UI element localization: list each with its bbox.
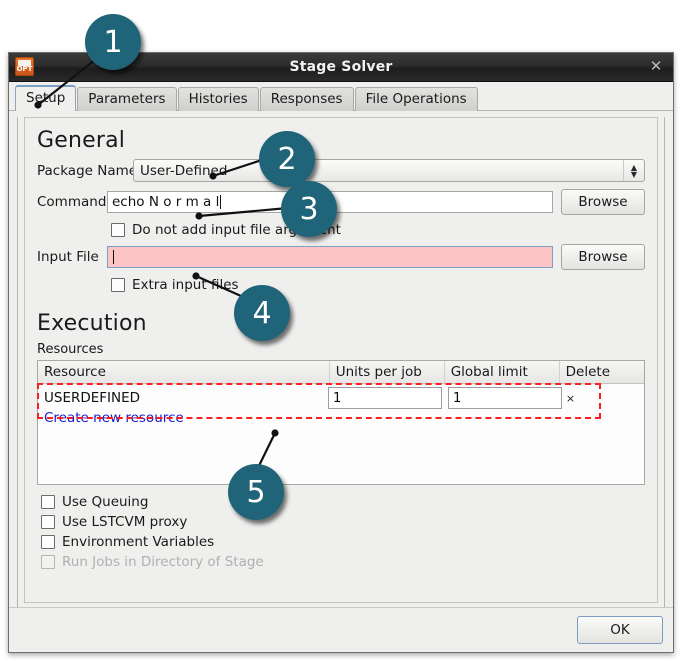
chevron-updown-icon[interactable]: ▲ ▼ (623, 160, 644, 181)
extra-input-files-checkbox[interactable] (111, 278, 125, 292)
ok-button[interactable]: OK (577, 616, 663, 644)
dialog-footer: OK (9, 607, 673, 652)
run-jobs-in-directory-row: Run Jobs in Directory of Stage (41, 554, 645, 570)
input-file-browse-button[interactable]: Browse (561, 244, 645, 270)
column-header-delete: Delete (565, 364, 611, 380)
run-jobs-in-directory-checkbox (41, 555, 55, 569)
tab-setup[interactable]: Setup (15, 85, 77, 111)
cell-delete: × (562, 392, 644, 405)
environment-variables-label: Environment Variables (62, 534, 215, 550)
text-caret (220, 195, 222, 209)
package-name-row: Package Name User-Defined ▲ ▼ (37, 159, 645, 182)
tab-file-operations-label: File Operations (365, 91, 467, 107)
stage-solver-window: OPT Stage Solver ✕ Setup Parameters Hist… (8, 52, 674, 653)
use-queuing-label: Use Queuing (62, 494, 149, 510)
units-per-job-input[interactable]: 1 (327, 387, 442, 409)
use-queuing-row[interactable]: Use Queuing (41, 494, 645, 510)
tab-histories[interactable]: Histories (177, 87, 259, 111)
window-icon-label: OPT (16, 65, 33, 73)
package-name-label: Package Name (37, 162, 138, 179)
command-row: Command echo N o r m a l Browse (37, 189, 645, 215)
package-name-select[interactable]: User-Defined ▲ ▼ (133, 159, 645, 182)
tab-parameters[interactable]: Parameters (77, 87, 177, 111)
input-file-caret (113, 250, 114, 264)
tab-responses[interactable]: Responses (259, 87, 354, 111)
resources-label: Resources (37, 342, 104, 357)
callout-badge-4: 4 (234, 285, 290, 341)
callout-badge-2: 2 (259, 131, 315, 187)
command-browse-label: Browse (578, 194, 628, 210)
setup-content-frame: General Package Name User-Defined ▲ ▼ Com… (24, 117, 658, 603)
package-name-value: User-Defined (140, 162, 228, 179)
execution-heading: Execution (37, 311, 147, 336)
callout-badge-1-number: 1 (103, 24, 123, 60)
use-lstcvm-proxy-row[interactable]: Use LSTCVM proxy (41, 514, 645, 530)
resources-table: Resource Units per job Global limit Dele… (37, 360, 645, 485)
extra-input-files-label: Extra input files (132, 277, 239, 293)
cell-global-limit: 1 (442, 387, 562, 409)
command-input-value: echo N o r m a l (112, 194, 220, 210)
table-row[interactable]: USERDEFINED 1 1 × (38, 384, 644, 412)
column-header-resource: Resource (38, 361, 330, 383)
global-limit-input[interactable]: 1 (447, 387, 562, 409)
extra-input-files-row[interactable]: Extra input files (111, 277, 645, 293)
environment-variables-checkbox[interactable] (41, 535, 55, 549)
callout-badge-1: 1 (85, 14, 141, 70)
no-input-arg-row[interactable]: Do not add input file argument (111, 222, 645, 238)
create-new-resource-link[interactable]: Create new resource (38, 410, 644, 426)
command-label: Command (37, 194, 107, 210)
use-lstcvm-proxy-checkbox[interactable] (41, 515, 55, 529)
input-file-browse-label: Browse (578, 249, 628, 265)
screenshot-root: OPT Stage Solver ✕ Setup Parameters Hist… (0, 0, 682, 661)
callout-badge-3: 3 (281, 181, 337, 237)
environment-variables-row[interactable]: Environment Variables (41, 534, 645, 550)
callout-badge-5-number: 5 (246, 474, 266, 510)
use-lstcvm-proxy-label: Use LSTCVM proxy (62, 514, 188, 530)
delete-row-icon[interactable]: × (566, 392, 575, 405)
tab-setup-label: Setup (26, 90, 66, 106)
setup-tab-panel: General Package Name User-Defined ▲ ▼ Com… (17, 117, 665, 614)
resources-table-header: Resource Units per job Global limit Dele… (38, 361, 644, 384)
general-heading: General (37, 128, 126, 153)
column-header-units-per-job: Units per job (330, 361, 445, 383)
run-jobs-in-directory-label: Run Jobs in Directory of Stage (62, 554, 264, 570)
close-icon[interactable]: ✕ (647, 57, 665, 75)
ok-button-label: OK (610, 622, 630, 638)
callout-badge-4-number: 4 (252, 295, 272, 331)
tab-parameters-label: Parameters (88, 91, 166, 107)
tab-responses-label: Responses (270, 91, 343, 107)
column-header-global-limit: Global limit (445, 361, 560, 383)
units-per-job-value: 1 (332, 390, 342, 406)
tab-file-operations[interactable]: File Operations (354, 87, 478, 111)
callout-badge-5: 5 (228, 464, 284, 520)
callout-badge-3-number: 3 (299, 191, 319, 227)
input-file-row: Input File Browse (37, 244, 645, 270)
cell-resource-name: USERDEFINED (44, 390, 141, 406)
use-queuing-checkbox[interactable] (41, 495, 55, 509)
cell-units-per-job: 1 (322, 387, 442, 409)
tab-histories-label: Histories (188, 91, 248, 107)
input-file-label: Input File (37, 249, 99, 265)
input-file-input[interactable] (107, 246, 553, 268)
no-input-arg-checkbox[interactable] (111, 223, 125, 237)
command-browse-button[interactable]: Browse (561, 189, 645, 215)
callout-badge-2-number: 2 (277, 141, 297, 177)
tab-bar: Setup Parameters Histories Responses Fil… (9, 82, 673, 111)
global-limit-value: 1 (452, 390, 462, 406)
